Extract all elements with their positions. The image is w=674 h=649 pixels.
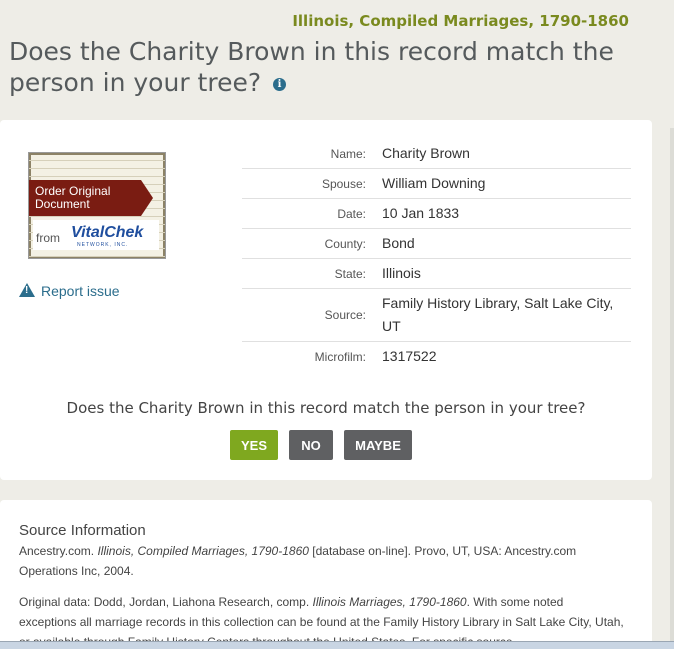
order-original-document-image[interactable]: 53 Order Original Document from VitalChe…	[28, 152, 166, 259]
field-label: State:	[334, 266, 366, 281]
field-row-county: County: Bond	[242, 229, 631, 259]
info-icon[interactable]: i	[273, 78, 287, 91]
field-label: Microfilm:	[314, 349, 366, 364]
page-title: Does the Charity Brown in this record ma…	[9, 36, 629, 98]
brand-name: VitalChek	[71, 224, 144, 241]
field-label: County:	[324, 236, 366, 251]
field-row-microfilm: Microfilm: 1317522	[242, 342, 631, 371]
source-citation: Ancestry.com. Illinois, Compiled Marriag…	[19, 541, 624, 581]
page-title-text: Does the Charity Brown in this record ma…	[9, 37, 614, 97]
field-value: Illinois	[382, 265, 421, 281]
field-value: Charity Brown	[382, 145, 470, 161]
field-row-source: Source: Family History Library, Salt Lake…	[242, 289, 631, 342]
from-label: from	[36, 231, 60, 245]
field-label: Date:	[337, 206, 366, 221]
warning-icon	[19, 283, 35, 297]
field-row-spouse: Spouse: William Downing	[242, 169, 631, 199]
record-fields: Name: Charity Brown Spouse: William Downin…	[242, 139, 631, 371]
banner-line-2: Document	[35, 197, 90, 211]
record-card: 53 Order Original Document from VitalChe…	[0, 120, 652, 480]
field-label: Spouse:	[321, 176, 366, 191]
field-row-name: Name: Charity Brown	[242, 139, 631, 169]
field-value: Bond	[382, 235, 415, 251]
citation-title: Illinois Marriages, 1790-1860	[312, 595, 467, 609]
collection-link[interactable]: Illinois, Compiled Marriages, 1790-1860	[292, 12, 629, 30]
report-issue-link[interactable]: Report issue	[19, 283, 120, 299]
side-divider	[670, 128, 674, 649]
order-banner: Order Original Document	[29, 180, 153, 216]
field-row-state: State: Illinois	[242, 259, 631, 289]
brand-subtitle: NETWORK, INC.	[77, 242, 129, 248]
source-information-card: Source Information Ancestry.com. Illinoi…	[0, 500, 652, 649]
field-value: William Downing	[382, 175, 486, 191]
yes-button[interactable]: YES	[230, 430, 278, 460]
citation-text: Ancestry.com.	[19, 544, 98, 558]
no-button[interactable]: NO	[289, 430, 333, 460]
field-label: Name:	[330, 146, 366, 161]
field-row-date: Date: 10 Jan 1833	[242, 199, 631, 229]
os-taskbar	[0, 641, 674, 649]
maybe-button[interactable]: MAYBE	[344, 430, 412, 460]
report-issue-label: Report issue	[41, 283, 120, 299]
field-value: Family History Library, Salt Lake City, …	[382, 295, 614, 334]
citation-text: Original data: Dodd, Jordan, Liahona Res…	[19, 595, 313, 609]
vitalchek-logo: from VitalChek NETWORK, INC.	[33, 220, 159, 250]
match-question: Does the Charity Brown in this record ma…	[66, 399, 586, 417]
citation-title: Illinois, Compiled Marriages, 1790-1860	[97, 544, 309, 558]
match-buttons: YES NO MAYBE	[230, 430, 412, 460]
field-label: Source:	[324, 308, 366, 322]
field-value: 10 Jan 1833	[382, 205, 460, 221]
field-value: 1317522	[382, 348, 437, 364]
source-information-title: Source Information	[19, 522, 146, 539]
